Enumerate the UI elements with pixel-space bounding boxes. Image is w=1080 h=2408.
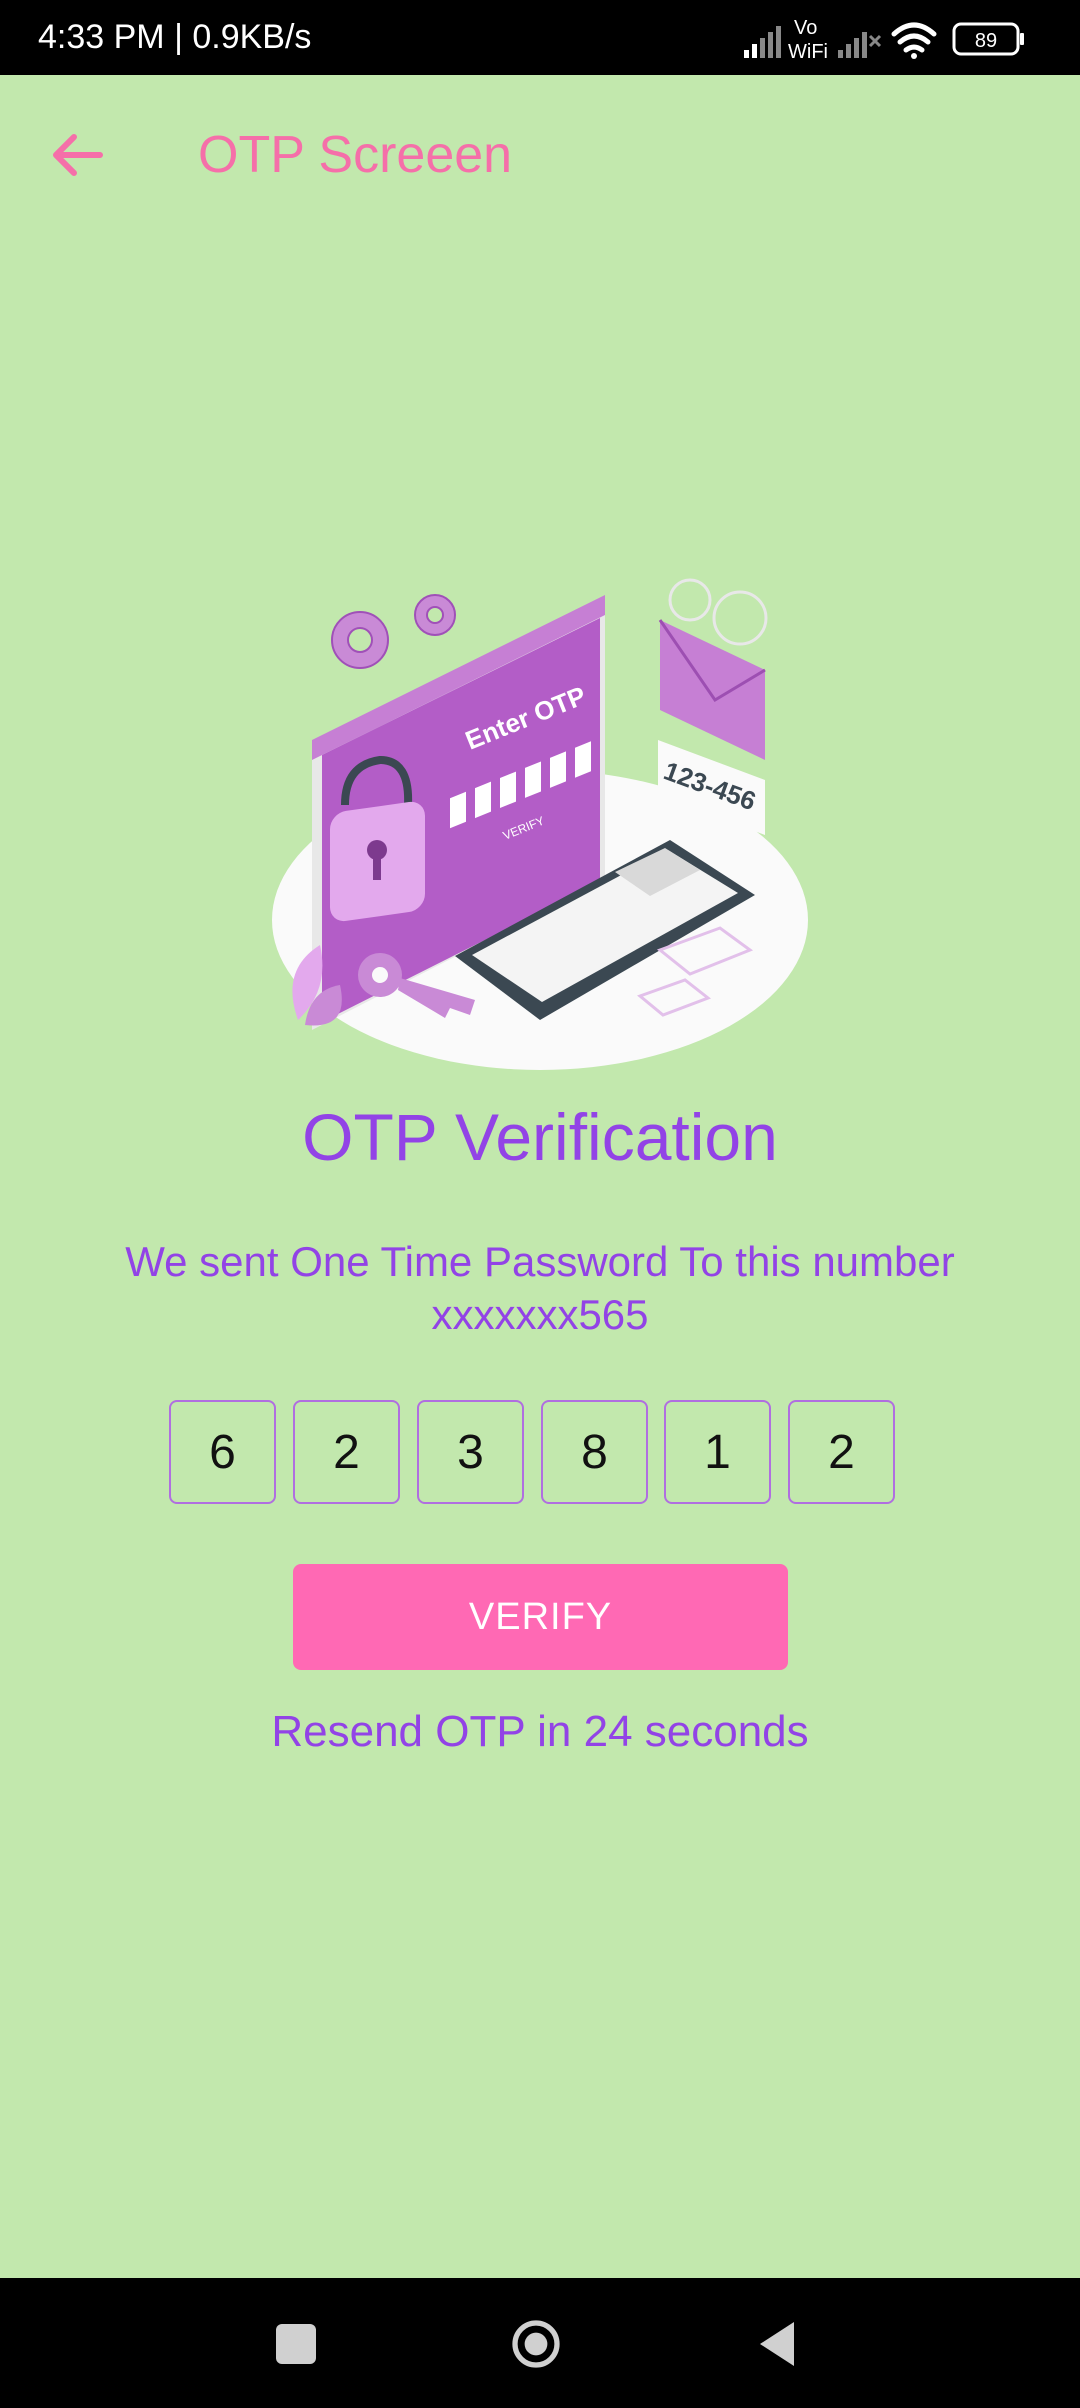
app-title: OTP Screeen (198, 126, 513, 184)
back-button[interactable] (38, 115, 118, 195)
verify-button[interactable]: VERIFY (293, 1564, 788, 1670)
battery-icon: 89 (952, 22, 1024, 56)
otp-input-row: 6 2 3 8 1 2 (169, 1400, 899, 1508)
signal-strength-2-icon (838, 32, 882, 58)
app-bar: OTP Screeen (0, 75, 1080, 235)
navigation-bar (0, 2278, 1080, 2408)
otp-digit-6[interactable]: 2 (788, 1400, 895, 1504)
otp-digit-5[interactable]: 1 (664, 1400, 771, 1504)
otp-digit-2[interactable]: 2 (293, 1400, 400, 1504)
triangle-back-icon[interactable] (750, 2316, 806, 2372)
status-time-speed: 4:33 PM | 0.9KB/s (38, 18, 312, 56)
otp-illustration: Enter OTP VERIFY 123-456 (260, 560, 820, 1080)
battery-level: 89 (975, 30, 997, 52)
vowifi-label-bottom: WiFi (788, 41, 828, 62)
wifi-icon (891, 22, 937, 59)
otp-digit-3[interactable]: 3 (417, 1400, 524, 1504)
otp-message: We sent One Time Password To this number… (80, 1235, 1000, 1341)
resend-otp-timer: Resend OTP in 24 seconds (271, 1707, 809, 1756)
otp-message-line1: We sent One Time Password To this number (125, 1238, 955, 1285)
otp-digit-4[interactable]: 8 (541, 1400, 648, 1504)
circle-home-icon[interactable] (508, 2316, 564, 2372)
square-recent-icon[interactable] (268, 2316, 324, 2372)
otp-message-phone: xxxxxxx565 (431, 1291, 649, 1338)
signal-strength-icon (744, 26, 781, 58)
vowifi-label-top: Vo (794, 17, 817, 39)
status-icons: Vo WiFi 89 (742, 14, 1042, 62)
otp-digit-1[interactable]: 6 (169, 1400, 276, 1504)
status-bar: 4:33 PM | 0.9KB/s Vo WiFi 89 (0, 0, 1080, 75)
otp-verification-title: OTP Verification (302, 1100, 778, 1174)
arrow-left-icon (53, 134, 103, 176)
gear-icon (331, 594, 456, 669)
